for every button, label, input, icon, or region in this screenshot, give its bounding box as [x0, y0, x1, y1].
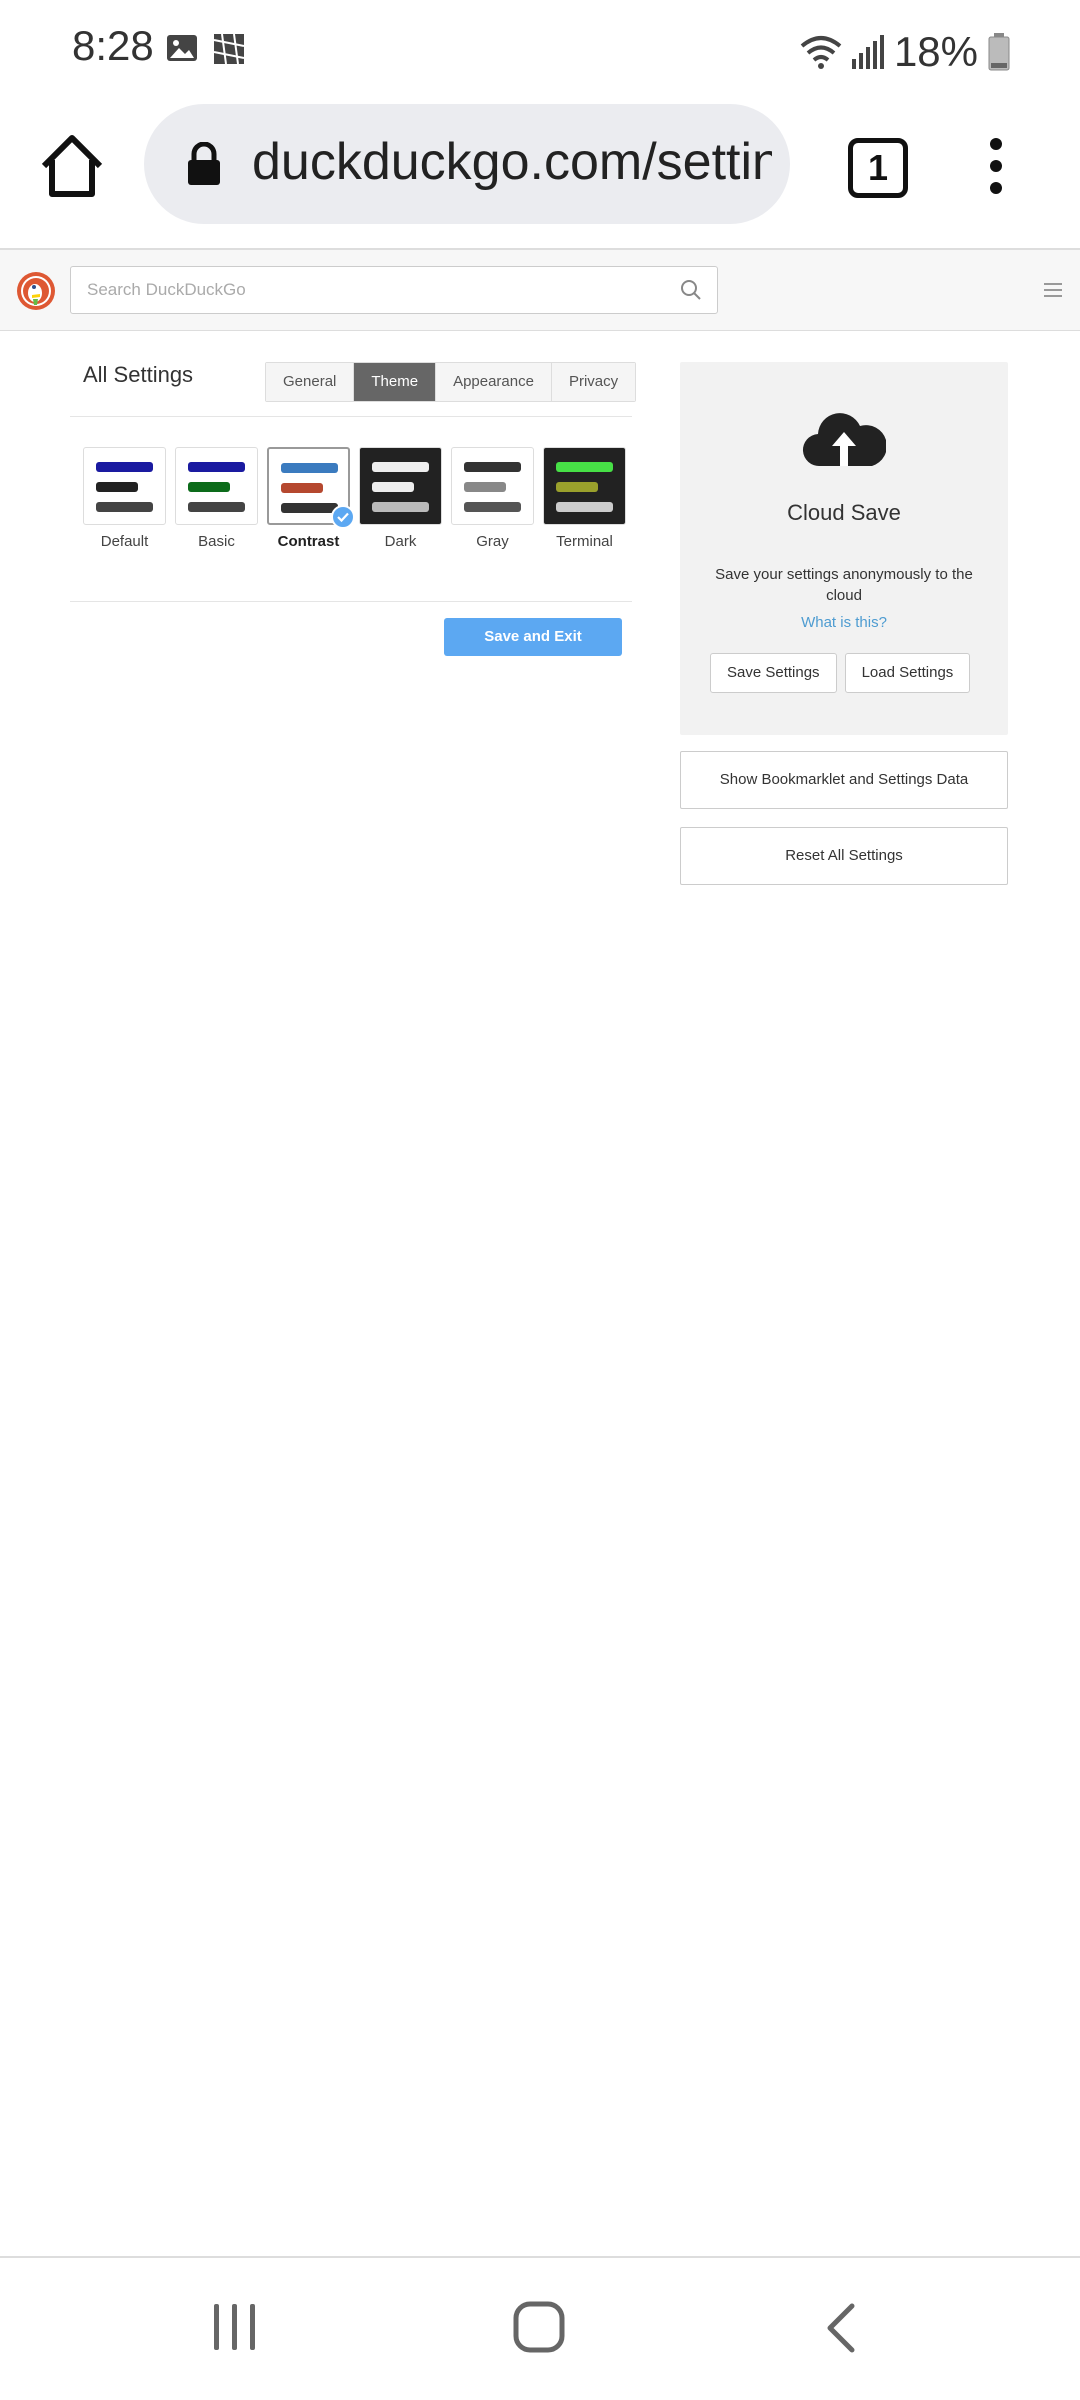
search-input[interactable]: [87, 267, 657, 313]
settings-title: All Settings: [83, 362, 194, 387]
tab-privacy[interactable]: Privacy: [551, 363, 636, 401]
browser-toolbar: duckduckgo.com/settings 1: [0, 100, 1080, 250]
status-indicators: 18%: [800, 22, 1010, 82]
what-is-this-link[interactable]: What is this?: [680, 614, 1008, 631]
theme-swatch[interactable]: [543, 447, 626, 525]
reset-all-settings-button[interactable]: Reset All Settings: [680, 827, 1008, 885]
theme-swatch[interactable]: [175, 447, 258, 525]
wifi-icon: [800, 36, 842, 69]
theme-label: Default: [100, 533, 149, 550]
theme-label: Dark: [384, 533, 417, 550]
cloud-save-panel: Cloud Save Save your settings anonymousl…: [680, 362, 1008, 735]
save-and-exit-button[interactable]: Save and Exit: [444, 618, 622, 656]
battery-percent: 18%: [893, 28, 978, 75]
divider: [70, 416, 632, 417]
divider: [70, 601, 632, 602]
cloud-upload-icon: [803, 413, 886, 467]
url-text[interactable]: duckduckgo.com/settings: [252, 132, 772, 192]
battery-icon: [988, 33, 1010, 71]
cloud-save-description: Save your settings anonymously to the cl…: [715, 566, 973, 604]
tab-switcher-button[interactable]: 1: [848, 138, 908, 198]
gallery-notification-icon: [167, 35, 197, 61]
show-bookmarklet-button[interactable]: Show Bookmarklet and Settings Data: [680, 751, 1008, 809]
more-options-icon[interactable]: [978, 136, 1014, 196]
system-navigation-bar: [0, 2258, 1080, 2400]
ddg-header: [0, 250, 1080, 331]
tab-theme[interactable]: Theme: [354, 363, 437, 401]
recent-apps-icon[interactable]: [210, 2302, 260, 2352]
theme-label: Basic: [198, 533, 235, 550]
selected-check-icon: [331, 505, 355, 529]
back-icon[interactable]: [820, 2302, 860, 2354]
theme-label: Gray: [476, 533, 509, 550]
cloud-save-buttons: Save Settings Load Settings: [710, 653, 971, 693]
signal-icon: [851, 35, 884, 69]
hamburger-menu-icon[interactable]: [1044, 282, 1062, 298]
theme-options: Default Basic Contrast Dark Gray Termina…: [83, 447, 626, 550]
status-time: 8:28: [72, 22, 154, 69]
search-box: [70, 266, 718, 314]
tab-appearance[interactable]: Appearance: [436, 363, 552, 401]
duckduckgo-logo[interactable]: [16, 271, 56, 311]
theme-gray[interactable]: Gray: [451, 447, 534, 550]
status-bar: 8:28 18%: [0, 0, 1080, 100]
theme-swatch[interactable]: [451, 447, 534, 525]
app-notification-icon: [213, 33, 245, 65]
home-icon[interactable]: [36, 130, 108, 202]
theme-dark[interactable]: Dark: [359, 447, 442, 550]
theme-label: Terminal: [556, 533, 613, 550]
tab-general[interactable]: General: [266, 363, 355, 401]
theme-label: Contrast: [277, 533, 340, 550]
cloud-save-title: Cloud Save: [787, 500, 901, 525]
settings-tabs: General Theme Appearance Privacy: [265, 362, 637, 402]
lock-icon: [188, 142, 220, 185]
theme-default[interactable]: Default: [83, 447, 166, 550]
save-settings-button[interactable]: Save Settings: [710, 653, 837, 693]
theme-basic[interactable]: Basic: [175, 447, 258, 550]
theme-contrast[interactable]: Contrast: [267, 447, 355, 550]
load-settings-button[interactable]: Load Settings: [844, 653, 971, 693]
nav-home-icon[interactable]: [512, 2300, 566, 2354]
url-bar[interactable]: duckduckgo.com/settings: [144, 104, 790, 224]
theme-terminal[interactable]: Terminal: [543, 447, 626, 550]
theme-swatch[interactable]: [83, 447, 166, 525]
theme-swatch[interactable]: [359, 447, 442, 525]
search-icon[interactable]: [679, 278, 703, 302]
